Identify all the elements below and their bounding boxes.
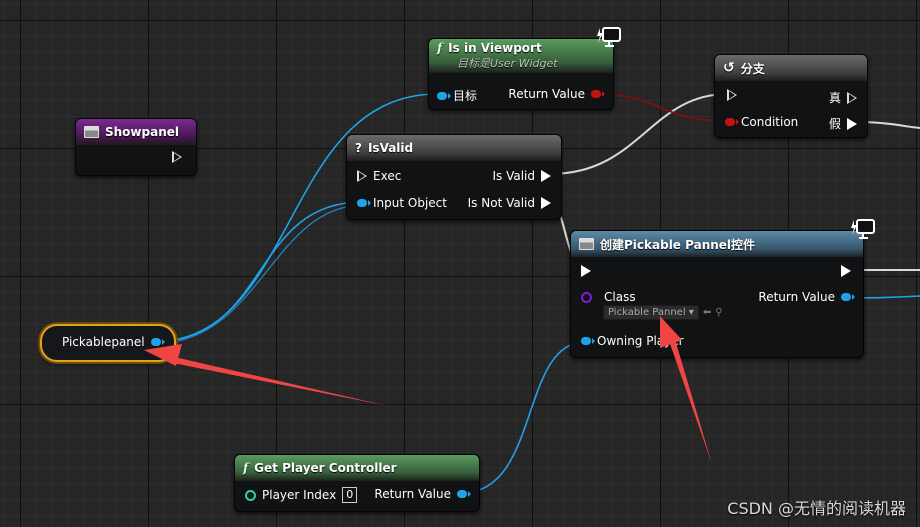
branch-title: 分支 (740, 61, 765, 76)
showpanel-node[interactable]: Showpanel (75, 118, 197, 176)
is-not-valid-pin[interactable] (541, 197, 551, 209)
branch-false-label: 假 (828, 117, 841, 131)
is-in-viewport-subtitle: 目标是User Widget (457, 57, 558, 70)
branch-icon: ↺ (723, 60, 735, 76)
viewport-return-pin[interactable] (591, 90, 605, 98)
class-value: Pickable Pannel (608, 307, 686, 318)
controller-return-label: Return Value (374, 487, 451, 501)
branch-exec-in-pin[interactable] (727, 89, 737, 101)
annotation-arrow-to-variable (144, 344, 388, 406)
input-object-label: Input Object (373, 196, 447, 210)
target-label: 目标 (453, 89, 478, 103)
showpanel-title: Showpanel (105, 125, 179, 139)
viewport-return-label: Return Value (508, 87, 585, 101)
branch-true-pin[interactable] (847, 91, 857, 104)
create-widget-title: 创建Pickable Pannel控件 (600, 237, 756, 252)
is-valid-pin[interactable] (541, 170, 551, 182)
showpanel-header: Showpanel (76, 119, 196, 145)
create-return-label: Return Value (758, 290, 835, 304)
browse-icon[interactable]: ⚲ (715, 307, 722, 318)
branch-header: ↺ 分支 (715, 55, 867, 81)
create-widget-header: 创建Pickable Pannel控件 (571, 231, 863, 257)
is-in-viewport-title: Is in Viewport (448, 41, 542, 55)
isvalid-exec-in-pin[interactable] (357, 170, 367, 182)
showpanel-exec-out-pin[interactable] (172, 151, 182, 163)
box-icon (84, 126, 99, 138)
create-exec-out-pin[interactable] (841, 265, 851, 277)
isvalid-title: IsValid (367, 141, 414, 155)
input-object-pin[interactable] (357, 199, 371, 207)
create-return-pin[interactable] (841, 293, 855, 301)
pickablepanel-out-pin[interactable] (150, 338, 165, 346)
branch-node[interactable]: ↺ 分支 真 Condition 假 (714, 54, 868, 138)
branch-false-pin[interactable] (847, 117, 857, 130)
is-in-viewport-node[interactable]: f Is in Viewport 目标是User Widget 目标 Retur… (428, 38, 614, 110)
question-icon: ? (355, 141, 362, 155)
monitor-lightning-icon (596, 26, 622, 48)
isvalid-header: ? IsValid (347, 135, 561, 161)
player-index-input[interactable]: 0 (342, 487, 358, 503)
player-index-pin[interactable] (245, 489, 256, 501)
is-not-valid-label: Is Not Valid (467, 196, 535, 210)
condition-label: Condition (741, 115, 799, 129)
isvalid-node[interactable]: ? IsValid Exec Is Valid Input Object Is … (346, 134, 562, 220)
wire-return-to-condition (595, 93, 727, 122)
class-label: Class (604, 290, 636, 304)
branch-true-label: 真 (828, 91, 841, 105)
class-select[interactable]: Pickable Pannel ▾ ⬅ ⚲ (603, 305, 723, 320)
create-widget-node[interactable]: 创建Pickable Pannel控件 Class Pickable Panne… (570, 230, 864, 358)
controller-return-pin[interactable] (457, 490, 471, 498)
f-function-icon: f (243, 461, 249, 475)
condition-pin[interactable] (725, 118, 739, 126)
f-function-icon: f (437, 41, 443, 55)
target-pin[interactable] (437, 91, 451, 100)
class-dropdown[interactable]: Pickable Pannel ▾ (603, 305, 699, 320)
monitor-lightning-icon (850, 218, 876, 240)
pickablepanel-label: Pickablepanel (62, 335, 145, 349)
wire-var-to-input-object-2 (151, 204, 361, 345)
owning-player-label: Owning Player (597, 334, 684, 348)
get-player-controller-node[interactable]: f Get Player Controller Player Index 0 R… (234, 454, 480, 512)
get-player-controller-header: f Get Player Controller (235, 455, 479, 481)
wire-var-to-input-object (151, 201, 363, 343)
box-icon (579, 238, 594, 250)
use-selected-icon[interactable]: ⬅ (703, 307, 711, 318)
wire-controller-to-owning-player (461, 341, 586, 494)
create-exec-in-pin[interactable] (581, 265, 591, 277)
exec-label: Exec (373, 169, 402, 183)
is-valid-label: Is Valid (492, 169, 535, 183)
watermark: CSDN @无情的阅读机器 (727, 499, 906, 518)
is-in-viewport-header: f Is in Viewport 目标是User Widget (429, 39, 613, 73)
owning-player-pin[interactable] (581, 337, 595, 345)
get-player-controller-title: Get Player Controller (254, 461, 397, 475)
pickablepanel-variable-node[interactable]: Pickablepanel (40, 324, 176, 362)
player-index-label: Player Index (262, 488, 337, 502)
class-pin[interactable] (581, 291, 592, 303)
